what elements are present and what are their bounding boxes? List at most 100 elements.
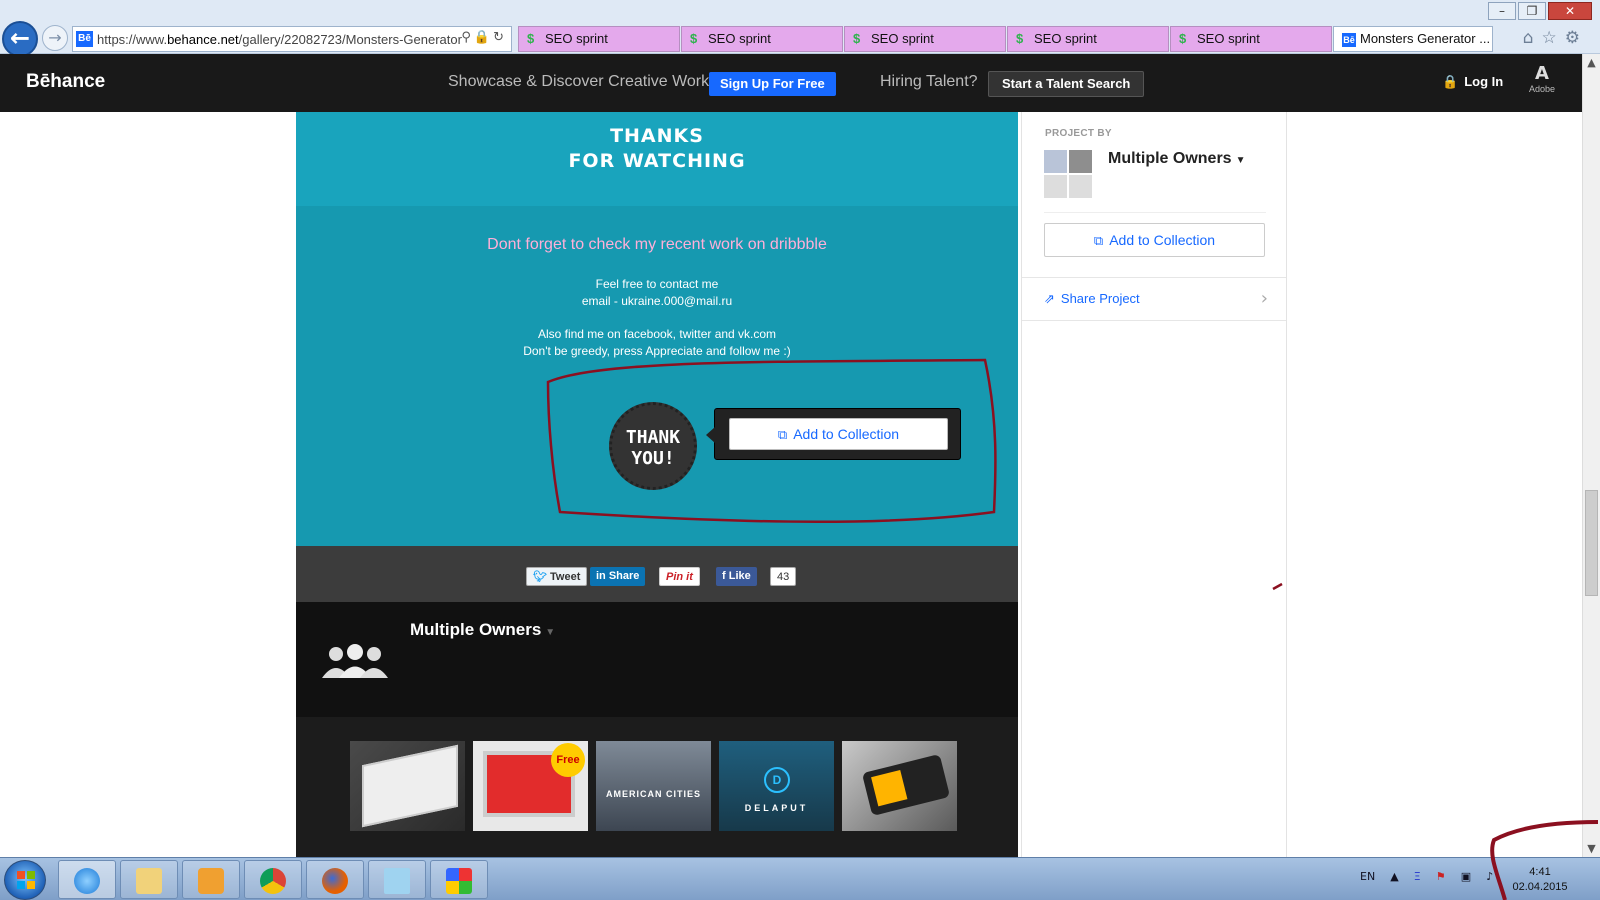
scroll-down-arrow-icon[interactable]: ▼ [1583, 840, 1600, 857]
taskbar-clock[interactable]: 4:41 02.04.2015 [1508, 865, 1572, 895]
refresh-icon[interactable]: ↻ [493, 30, 507, 45]
site-header: Bēhance Showcase & Discover Creative Wor… [0, 54, 1582, 112]
project-content: THANKS FOR WATCHING Dont forget to check… [296, 112, 1018, 857]
taskbar-chrome[interactable] [244, 860, 302, 899]
sidebar-owner-dropdown[interactable]: Multiple Owners ▼ [1108, 150, 1245, 168]
thumbnail-title: AMERICAN CITIES [605, 789, 701, 799]
seosprint-icon: $ [1179, 31, 1187, 46]
project-body: Dont forget to check my recent work on d… [296, 206, 1018, 546]
arrow-left-icon: ← [9, 24, 31, 52]
url-host: behance.net [167, 32, 239, 47]
search-icon[interactable]: ⚲ [461, 30, 474, 45]
contact-email: email - ukraine.000@mail.ru [581, 294, 733, 308]
notepad-icon [384, 868, 410, 894]
taskbar-media-player[interactable] [182, 860, 240, 899]
twitter-icon: 🐦︎ [533, 571, 547, 583]
taskbar-ie[interactable] [58, 860, 116, 899]
scroll-up-arrow-icon[interactable]: ▲ [1583, 54, 1600, 71]
hiring-text: Hiring Talent? [880, 73, 978, 90]
login-link[interactable]: 🔒 Log In [1442, 74, 1503, 90]
divider [1044, 212, 1266, 213]
page-scrollbar[interactable]: ▲ ▼ [1582, 54, 1600, 857]
browser-tab[interactable]: $ SEO sprint [1007, 26, 1169, 52]
like-count: 43 [770, 567, 797, 586]
home-icon[interactable]: ⌂ [1523, 28, 1542, 48]
keyboard-icon[interactable]: Ξ [1414, 870, 1421, 883]
tweet-button[interactable]: 🐦︎ Tweet [526, 567, 588, 586]
address-bar[interactable]: Bē https://www.behance.net/gallery/22082… [72, 26, 512, 52]
arrow-right-icon: → [48, 28, 62, 47]
add-to-collection-button[interactable]: ⧉ Add to Collection [729, 418, 948, 450]
taskbar-firefox[interactable] [306, 860, 364, 899]
sidebar-add-to-collection-button[interactable]: ⧉ Add to Collection [1044, 223, 1265, 257]
browser-tab[interactable]: $ SEO sprint [681, 26, 843, 52]
url-text[interactable]: https://www.behance.net/gallery/22082723… [97, 32, 462, 47]
browser-tab[interactable]: $ SEO sprint [844, 26, 1006, 52]
project-thumbnail[interactable]: Free [473, 741, 588, 831]
taskbar-rubik[interactable] [430, 860, 488, 899]
share-bar: 🐦︎ Tweet in Share Pin it f Like 43 [296, 546, 1018, 602]
collection-prompt: ⧉ Add to Collection [706, 408, 961, 460]
scroll-thumb[interactable] [1585, 490, 1598, 596]
project-thumbnail[interactable]: AMERICAN CITIES [596, 741, 711, 831]
contact-text: Feel free to contact me email - ukraine.… [296, 276, 1018, 310]
owner-section: Multiple Owners ▼ [296, 602, 1018, 717]
share-icon: ⇗ [1044, 292, 1055, 307]
back-button[interactable]: ← [2, 21, 38, 57]
appreciate-line: Don't be greedy, press Appreciate and fo… [523, 344, 791, 358]
social-text: Also find me on facebook, twitter and vk… [296, 326, 1018, 360]
gear-icon[interactable]: ⚙ [1565, 28, 1588, 48]
network-icon[interactable]: ▣ [1461, 870, 1471, 883]
avatar[interactable] [1044, 150, 1067, 173]
tab-label: SEO sprint [545, 31, 608, 46]
delaput-logo-icon: D [764, 767, 790, 793]
seosprint-icon: $ [527, 31, 535, 46]
sidebar-owner-name: Multiple Owners [1108, 150, 1232, 167]
avatar [1069, 175, 1092, 198]
linkedin-share-button[interactable]: in Share [590, 567, 646, 586]
share-project-row[interactable]: ⇗ Share Project › [1022, 277, 1286, 321]
header-tagline: Showcase & Discover Creative Work [448, 73, 710, 90]
adobe-link[interactable]: A Adobe [1520, 63, 1564, 95]
signup-button[interactable]: Sign Up For Free [709, 72, 836, 96]
taskbar-notepad[interactable] [368, 860, 426, 899]
windows-taskbar: EN ▲ Ξ ⚑ ▣ ♪ 4:41 02.04.2015 [0, 857, 1600, 900]
browser-tab-active[interactable]: Bē Monsters Generator ... [1333, 26, 1493, 52]
start-button[interactable] [4, 860, 46, 900]
lock-icon[interactable]: 🔒 [474, 30, 493, 45]
owner-avatars[interactable] [1044, 150, 1092, 198]
minimize-button[interactable]: – [1488, 2, 1516, 20]
thank-you-seal: THANK YOU! [609, 402, 697, 490]
restore-button[interactable]: ❐ [1518, 2, 1546, 20]
project-thumbnail[interactable] [842, 741, 957, 831]
phone-mockup [861, 753, 951, 817]
flag-icon[interactable]: ⚑ [1436, 870, 1446, 883]
talent-search-button[interactable]: Start a Talent Search [988, 71, 1145, 97]
share-project-link[interactable]: ⇗ Share Project [1044, 291, 1140, 307]
adobe-icon: A [1535, 63, 1549, 84]
behance-logo[interactable]: Bēhance [26, 71, 105, 93]
star-icon[interactable]: ☆ [1542, 28, 1565, 48]
taskbar-explorer[interactable] [120, 860, 178, 899]
facebook-like-button[interactable]: f Like [716, 567, 757, 586]
volume-icon[interactable]: ♪ [1486, 870, 1493, 883]
project-thumbnail[interactable] [350, 741, 465, 831]
browser-tab[interactable]: $ SEO sprint [518, 26, 680, 52]
tab-label: SEO sprint [1034, 31, 1097, 46]
close-window-button[interactable]: ✕ [1548, 2, 1592, 20]
browser-tools: ⌂☆⚙ [1523, 28, 1588, 48]
clock-date: 02.04.2015 [1512, 881, 1568, 893]
address-actions: ⚲🔒↻ [461, 30, 507, 45]
forward-button[interactable]: → [42, 25, 68, 51]
url-path: /gallery/22082723/Monsters-Generator [238, 32, 462, 47]
thanks-line-2: FOR WATCHING [568, 150, 746, 172]
avatar[interactable] [1069, 150, 1092, 173]
owner-name-dropdown[interactable]: Multiple Owners ▼ [410, 620, 555, 640]
pinterest-button[interactable]: Pin it [659, 567, 700, 586]
seosprint-icon: $ [690, 31, 698, 46]
tablet-mockup [362, 744, 458, 828]
language-indicator[interactable]: EN [1360, 870, 1375, 883]
project-thumbnail[interactable]: D DELAPUT [719, 741, 834, 831]
browser-tab[interactable]: $ SEO sprint [1170, 26, 1332, 52]
show-hidden-icons-icon[interactable]: ▲ [1390, 870, 1398, 883]
